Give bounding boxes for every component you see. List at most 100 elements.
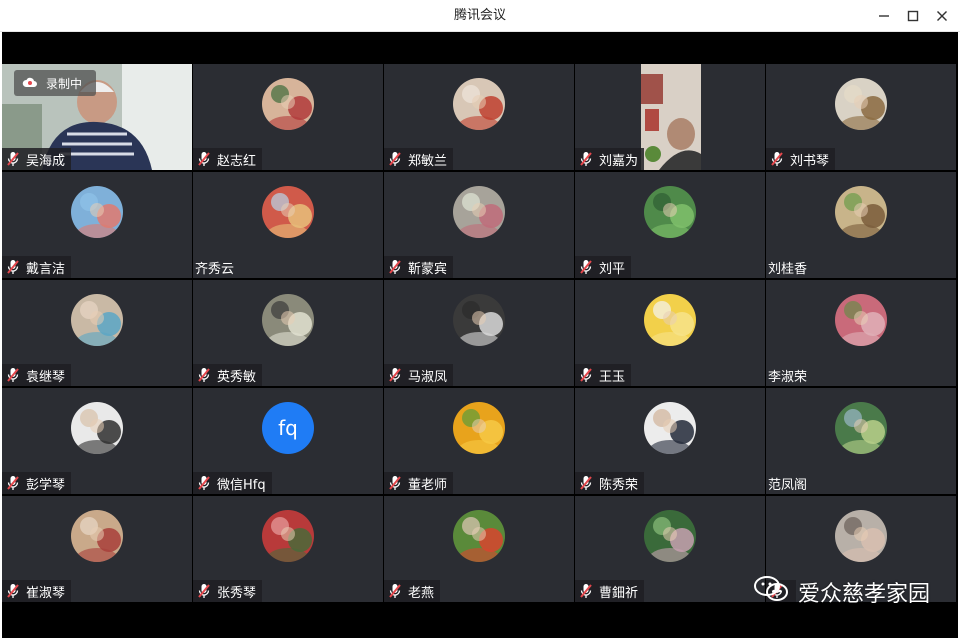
participant-nameplate: 戴言洁 [2, 256, 72, 278]
participant-tile[interactable]: 曹鈿祈 [575, 496, 765, 602]
avatar [835, 510, 887, 562]
avatar [262, 510, 314, 562]
avatar [262, 186, 314, 238]
mic-muted-icon[interactable] [770, 151, 784, 167]
avatar [453, 78, 505, 130]
participant-name: 马淑凤 [408, 369, 448, 385]
participant-tile[interactable]: 李淑荣 [766, 280, 956, 386]
avatar: fq [262, 402, 314, 454]
participant-tile[interactable]: 郑敏兰 [384, 64, 574, 170]
participant-tile[interactable]: 刘书琴 [766, 64, 956, 170]
participant-tile[interactable]: 张秀琴 [193, 496, 383, 602]
participant-tile[interactable]: 陈秀荣 [575, 388, 765, 494]
participant-tile[interactable]: 刘嘉为 [575, 64, 765, 170]
participant-name: 刘嘉为 [599, 153, 639, 169]
participant-name: 刘书琴 [790, 153, 830, 169]
mic-muted-icon[interactable] [388, 475, 402, 491]
avatar [71, 294, 123, 346]
participant-nameplate: 董老师 [384, 472, 454, 494]
participant-tile[interactable]: 戴言洁 [2, 172, 192, 278]
participant-name: 王玉 [599, 369, 626, 385]
mic-muted-icon[interactable] [388, 367, 402, 383]
participant-nameplate: 英秀敏 [193, 364, 263, 386]
mic-muted-icon[interactable] [579, 151, 593, 167]
participant-nameplate: 崔淑琴 [2, 580, 72, 602]
avatar [644, 510, 696, 562]
participant-tile[interactable]: 刘桂香 [766, 172, 956, 278]
participant-nameplate: 刘桂香 [766, 256, 813, 278]
recording-badge[interactable]: 录制中 [14, 70, 96, 96]
avatar [453, 294, 505, 346]
participant-nameplate: 彭学琴 [2, 472, 72, 494]
avatar [262, 294, 314, 346]
avatar [453, 510, 505, 562]
participant-name: 范凤阁 [768, 477, 808, 493]
participant-nameplate: 刘平 [575, 256, 632, 278]
participant-nameplate: 刘书琴 [766, 148, 836, 170]
mic-muted-icon[interactable] [197, 475, 211, 491]
mic-muted-icon[interactable] [6, 151, 20, 167]
participant-nameplate: 王玉 [575, 364, 632, 386]
cloud-record-icon [22, 76, 38, 91]
mic-muted-icon[interactable] [6, 583, 20, 599]
participant-name: 袁继琴 [26, 369, 66, 385]
mic-muted-icon[interactable] [6, 475, 20, 491]
close-button[interactable] [932, 6, 952, 26]
participant-tile[interactable]: 崔淑琴 [2, 496, 192, 602]
participant-name: 赵志红 [217, 153, 257, 169]
participant-tile[interactable]: 范凤阁 [766, 388, 956, 494]
participant-tile[interactable]: 袁继琴 [2, 280, 192, 386]
participant-name: 董老师 [408, 477, 448, 493]
mic-muted-icon[interactable] [388, 259, 402, 275]
participant-nameplate: 袁继琴 [2, 364, 72, 386]
participant-name: 英秀敏 [217, 369, 257, 385]
mic-muted-icon[interactable] [579, 583, 593, 599]
avatar [262, 78, 314, 130]
participant-tile[interactable]: fq 微信Hfq [193, 388, 383, 494]
participant-tile[interactable]: 老燕 [384, 496, 574, 602]
mic-muted-icon[interactable] [6, 367, 20, 383]
avatar [835, 402, 887, 454]
window-title: 腾讯会议 [453, 8, 506, 23]
participant-tile[interactable]: 齐秀云 [193, 172, 383, 278]
avatar [644, 186, 696, 238]
participant-nameplate: 张秀琴 [193, 580, 263, 602]
participant-tile[interactable]: 马淑凤 [384, 280, 574, 386]
participant-nameplate: 老燕 [384, 580, 441, 602]
participant-name: 曹鈿祈 [599, 585, 639, 601]
participant-nameplate: 微信Hfq [193, 472, 272, 494]
mic-muted-icon[interactable] [579, 367, 593, 383]
avatar [835, 78, 887, 130]
participant-tile[interactable]: 英秀敏 [193, 280, 383, 386]
mic-muted-icon[interactable] [197, 367, 211, 383]
participant-nameplate: 刘嘉为 [575, 148, 645, 170]
participant-tile[interactable]: 刘平 [575, 172, 765, 278]
participant-tile[interactable]: 董老师 [384, 388, 574, 494]
avatar [835, 294, 887, 346]
mic-muted-icon[interactable] [388, 583, 402, 599]
recording-label: 录制中 [46, 76, 83, 91]
mic-muted-icon[interactable] [388, 151, 402, 167]
participant-tile[interactable]: 彭学琴 [2, 388, 192, 494]
mic-muted-icon[interactable] [6, 259, 20, 275]
participant-name: 刘平 [599, 261, 626, 277]
participant-name: 老燕 [408, 585, 435, 601]
avatar [644, 402, 696, 454]
participant-tile[interactable]: 录制中 吴海成 [2, 64, 192, 170]
participant-tile[interactable]: 赵志红 [193, 64, 383, 170]
mic-muted-icon[interactable] [579, 259, 593, 275]
participant-nameplate: 靳蒙宾 [384, 256, 454, 278]
maximize-button[interactable] [903, 6, 923, 26]
participant-tile[interactable]: 王玉 [575, 280, 765, 386]
watermark: 爱众慈孝家园 [752, 574, 930, 610]
participant-nameplate: 马淑凤 [384, 364, 454, 386]
mic-muted-icon[interactable] [197, 583, 211, 599]
participant-tile[interactable]: 靳蒙宾 [384, 172, 574, 278]
participant-name: 靳蒙宾 [408, 261, 448, 277]
participant-name: 戴言洁 [26, 261, 66, 277]
participant-name: 李淑荣 [768, 369, 808, 385]
mic-muted-icon[interactable] [579, 475, 593, 491]
minimize-button[interactable] [874, 6, 894, 26]
mic-muted-icon[interactable] [197, 151, 211, 167]
participant-name: 张秀琴 [217, 585, 257, 601]
